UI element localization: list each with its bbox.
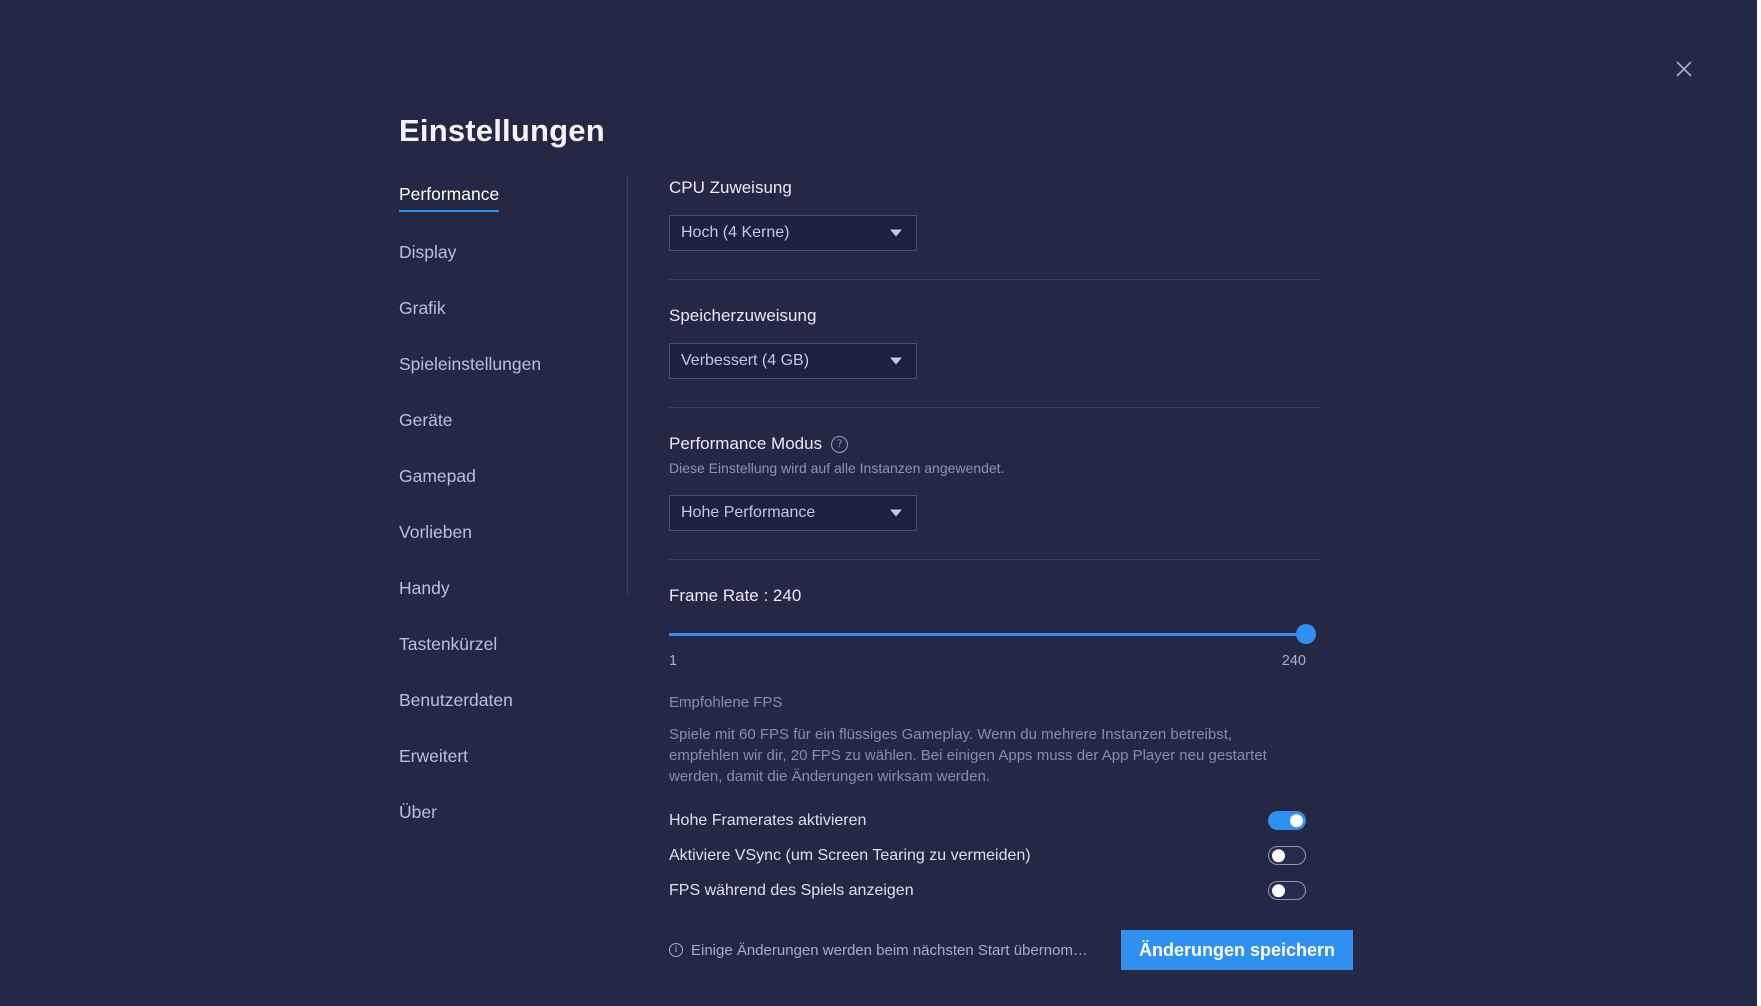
chevron-down-icon — [890, 357, 902, 365]
settings-content-panel: CPU Zuweisung Hoch (4 Kerne) Speicherzuw… — [669, 178, 1353, 970]
sidebar-item-erweitert[interactable]: Erweitert — [399, 747, 468, 772]
toggle-row-high-framerates: Hohe Framerates aktivieren — [669, 809, 1306, 832]
slider-scale: 1 240 — [669, 653, 1306, 673]
settings-footer: i Einige Änderungen werden beim nächsten… — [669, 930, 1353, 970]
sidebar-item-vorlieben[interactable]: Vorlieben — [399, 523, 472, 548]
cpu-allocation-label: CPU Zuweisung — [669, 178, 792, 197]
page-title: Einstellungen — [399, 113, 605, 148]
toggle-label: Hohe Framerates aktivieren — [669, 811, 867, 829]
restart-notice-text: Einige Änderungen werden beim nächsten S… — [691, 941, 1088, 959]
slider-thumb[interactable] — [1296, 624, 1316, 644]
help-icon[interactable]: ? — [831, 435, 849, 453]
settings-window: Einstellungen Performance Display Grafik… — [0, 0, 1757, 1006]
restart-notice: i Einige Änderungen werden beim nächsten… — [669, 942, 1121, 959]
toggle-knob — [1271, 848, 1285, 863]
toggle-label: FPS während des Spiels anzeigen — [669, 881, 914, 899]
show-fps-toggle[interactable] — [1268, 881, 1306, 900]
sidebar-item-grafik[interactable]: Grafik — [399, 299, 446, 324]
toggle-knob — [1271, 883, 1285, 898]
cpu-allocation-value: Hoch (4 Kerne) — [681, 224, 790, 241]
chevron-down-icon — [890, 509, 902, 517]
recommended-fps-body: Spiele mit 60 FPS für ein flüssiges Game… — [669, 726, 1267, 785]
save-changes-button[interactable]: Änderungen speichern — [1120, 930, 1353, 970]
toggle-row-show-fps: FPS während des Spiels anzeigen — [669, 879, 1306, 902]
sidebar-item-spieleinstellungen[interactable]: Spieleinstellungen — [399, 355, 541, 380]
high-framerates-toggle[interactable] — [1268, 811, 1306, 830]
close-icon — [1676, 61, 1692, 77]
sidebar-item-ueber[interactable]: Über — [399, 803, 437, 828]
frame-rate-slider[interactable] — [669, 624, 1316, 644]
performance-mode-section: Performance Modus ? Diese Einstellung wi… — [669, 434, 1329, 531]
slider-min-label: 1 — [669, 653, 678, 669]
chevron-down-icon — [890, 229, 902, 237]
cpu-allocation-section: CPU Zuweisung Hoch (4 Kerne) — [669, 178, 1329, 251]
settings-sidebar: Performance Display Grafik Spieleinstell… — [399, 185, 599, 860]
memory-allocation-section: Speicherzuweisung Verbessert (4 GB) — [669, 306, 1329, 379]
slider-fill — [669, 633, 1306, 636]
divider — [669, 407, 1321, 408]
slider-max-label: 240 — [1281, 653, 1306, 669]
sidebar-item-geraete[interactable]: Geräte — [399, 411, 453, 436]
close-button[interactable] — [1667, 52, 1701, 86]
performance-mode-select[interactable]: Hohe Performance — [669, 495, 917, 531]
sidebar-item-tastenkuerzel[interactable]: Tastenkürzel — [399, 635, 497, 660]
cpu-allocation-select[interactable]: Hoch (4 Kerne) — [669, 215, 917, 251]
memory-allocation-label: Speicherzuweisung — [669, 306, 817, 325]
memory-allocation-value: Verbessert (4 GB) — [681, 352, 810, 369]
info-icon: i — [669, 943, 683, 957]
performance-mode-note: Diese Einstellung wird auf alle Instanze… — [669, 460, 1005, 476]
vsync-toggle[interactable] — [1268, 846, 1306, 865]
recommended-fps-heading: Empfohlene FPS — [669, 694, 783, 711]
divider — [669, 559, 1321, 560]
divider — [669, 279, 1321, 280]
sidebar-item-performance[interactable]: Performance — [399, 185, 500, 212]
sidebar-item-display[interactable]: Display — [399, 243, 456, 268]
sidebar-item-handy[interactable]: Handy — [399, 579, 450, 604]
sidebar-item-benutzerdaten[interactable]: Benutzerdaten — [399, 691, 513, 716]
frame-rate-section: Frame Rate : 240 1 240 Empfohlene FPS Sp… — [669, 586, 1329, 787]
memory-allocation-select[interactable]: Verbessert (4 GB) — [669, 343, 917, 379]
performance-mode-label: Performance Modus — [669, 434, 823, 453]
performance-mode-value: Hohe Performance — [681, 504, 816, 521]
sidebar-item-gamepad[interactable]: Gamepad — [399, 467, 476, 492]
toggle-knob — [1289, 813, 1303, 828]
toggle-row-vsync: Aktiviere VSync (um Screen Tearing zu ve… — [669, 844, 1306, 867]
frame-rate-title: Frame Rate : 240 — [669, 586, 802, 605]
toggle-label: Aktiviere VSync (um Screen Tearing zu ve… — [669, 846, 1031, 864]
sidebar-divider — [627, 176, 628, 596]
